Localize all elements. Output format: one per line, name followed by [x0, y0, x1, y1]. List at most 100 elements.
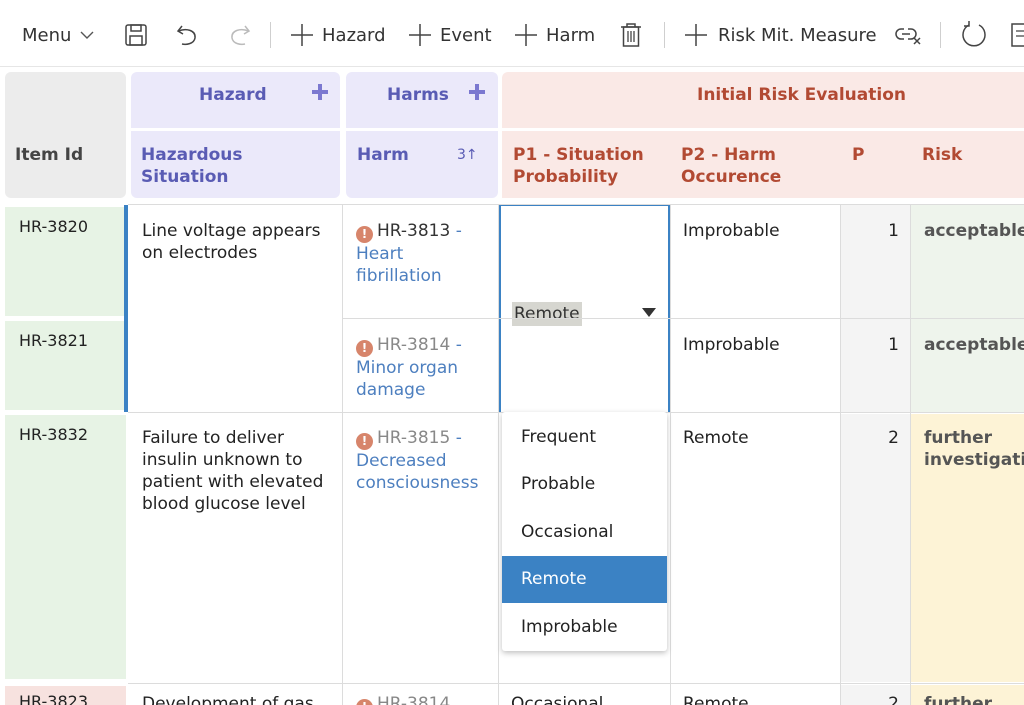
hazardous-situation-cell[interactable]: Failure to deliver insulin unknown to pa… — [142, 427, 332, 515]
save-icon — [125, 24, 147, 46]
harm-name-link[interactable]: Decreased consciousness — [356, 451, 478, 493]
toolbar-divider — [940, 22, 941, 48]
item-id: HR-3823 — [19, 692, 88, 705]
p-cell[interactable]: 2 — [841, 427, 899, 449]
item-id-cell[interactable]: HR-3832 — [5, 415, 126, 679]
column-title-p2[interactable]: P2 - Harm Occurence — [681, 144, 831, 188]
add-hazard-button[interactable]: Hazard — [290, 18, 386, 52]
undo-button[interactable] — [176, 18, 200, 52]
p-value: 2 — [888, 428, 899, 448]
grid-line — [840, 205, 841, 705]
dropdown-option-remote[interactable]: Remote — [502, 556, 667, 603]
harm-id: HR-3815 — [377, 428, 451, 448]
hazardous-situation-text: Line voltage appears on electrodes — [142, 221, 321, 263]
plus-icon — [685, 24, 707, 46]
warning-icon: ! — [356, 433, 373, 450]
column-title-risk[interactable]: Risk — [922, 144, 962, 166]
harm-cell[interactable]: ! HR-3814 — [356, 693, 491, 705]
p1-selected-value[interactable]: Remote — [512, 302, 582, 326]
refresh-button[interactable] — [960, 18, 988, 52]
p-cell[interactable]: 2 — [841, 693, 899, 705]
p-cell[interactable]: 1 — [841, 334, 899, 356]
p2-cell[interactable]: Improbable — [683, 220, 780, 242]
toolbar: Menu Hazard Event Harm Risk Mit. Measure — [0, 0, 1024, 70]
p2-value: Improbable — [683, 335, 780, 355]
risk-cell[interactable]: further — [924, 693, 992, 705]
toolbar-divider — [270, 22, 271, 48]
hazardous-situation-cell[interactable]: Line voltage appears on electrodes — [142, 220, 332, 264]
delete-button[interactable] — [620, 18, 642, 52]
toolbar-border — [0, 66, 1024, 67]
grid-line — [910, 205, 911, 705]
unlink-icon — [895, 28, 921, 45]
p-cell[interactable]: 1 — [841, 220, 899, 242]
harm-cell[interactable]: ! HR-3814 - Minor organ damage — [356, 334, 491, 401]
column-title-p[interactable]: P — [852, 144, 864, 166]
column-title-p1[interactable]: P1 - Situation Probability — [513, 144, 663, 188]
save-button[interactable] — [124, 18, 148, 52]
dropdown-option-frequent[interactable]: Frequent — [502, 414, 667, 461]
grid-line — [498, 205, 499, 705]
harm-name-link[interactable]: Minor organ damage — [356, 358, 458, 400]
p-value: 1 — [888, 221, 899, 241]
p2-cell[interactable]: Remote — [683, 693, 749, 705]
p-value: 2 — [888, 694, 899, 705]
add-risk-mit-measure-button[interactable]: Risk Mit. Measure — [684, 18, 877, 52]
header-hazardous-situation[interactable]: Hazardous Situation — [131, 131, 340, 198]
p2-value: Remote — [683, 694, 749, 705]
dropdown-option-probable[interactable]: Probable — [502, 461, 667, 508]
grid-line — [342, 205, 343, 705]
harm-cell[interactable]: ! HR-3815 - Decreased consciousness — [356, 427, 491, 494]
add-harm-plus-icon[interactable] — [469, 84, 485, 100]
unlink-button[interactable] — [895, 18, 923, 52]
warning-icon: ! — [356, 699, 373, 705]
menu-button[interactable]: Menu — [22, 18, 95, 52]
chevron-down-icon — [80, 31, 94, 39]
column-title-hazardous-situation: Hazardous Situation — [141, 145, 243, 187]
p2-cell[interactable]: Remote — [683, 427, 749, 449]
add-hazard-plus-icon[interactable] — [312, 84, 328, 100]
row-selection-bar — [124, 205, 128, 412]
document-icon — [1011, 23, 1024, 47]
item-id: HR-3820 — [19, 217, 88, 236]
plus-icon — [515, 24, 537, 46]
dropdown-option-improbable[interactable]: Improbable — [502, 604, 667, 651]
warning-icon: ! — [356, 226, 373, 243]
sort-indicator[interactable]: 3↑ — [457, 147, 478, 163]
dropdown-option-occasional[interactable]: Occasional — [502, 509, 667, 556]
risk-value: further investigation — [924, 428, 1024, 470]
hazardous-situation-cell[interactable]: Development of gas — [142, 693, 332, 705]
column-title-harm: Harm — [357, 145, 409, 165]
risk-cell[interactable]: further investigation — [924, 427, 1024, 471]
item-id-cell[interactable]: HR-3823 — [5, 686, 126, 705]
p1-dropdown-list: Frequent Probable Occasional Remote Impr… — [502, 412, 667, 651]
add-harm-button[interactable]: Harm — [514, 18, 595, 52]
dropdown-arrow-icon[interactable] — [642, 308, 656, 318]
p-column-bg — [841, 414, 910, 682]
p-value: 1 — [888, 335, 899, 355]
p1-cell[interactable]: Occasional — [511, 693, 603, 705]
risk-cell[interactable]: acceptable — [924, 220, 1024, 242]
column-title-item-id: Item Id — [15, 145, 84, 165]
item-id-cell[interactable]: HR-3821 — [5, 321, 124, 410]
p1-cell-editor[interactable]: Remote — [499, 204, 670, 413]
risk-value: acceptable — [924, 335, 1024, 355]
export-button[interactable] — [1010, 18, 1024, 52]
harm-id: HR-3814 — [377, 335, 451, 355]
grid-line — [128, 683, 1024, 684]
add-event-button[interactable]: Event — [408, 18, 492, 52]
header-item-id[interactable]: Item Id — [5, 72, 126, 198]
undo-icon — [176, 25, 196, 46]
harm-id: HR-3813 — [377, 221, 451, 241]
item-id-cell[interactable]: HR-3820 — [5, 207, 124, 316]
risk-cell[interactable]: acceptable — [924, 334, 1024, 356]
p2-cell[interactable]: Improbable — [683, 334, 780, 356]
harm-name-link[interactable]: Heart fibrillation — [356, 244, 442, 286]
header-harm[interactable]: Harm 3↑ — [346, 131, 498, 198]
harm-cell[interactable]: ! HR-3813 - Heart fibrillation — [356, 220, 491, 287]
plus-icon — [409, 24, 431, 46]
add-harm-label: Harm — [546, 24, 596, 46]
redo-button[interactable] — [227, 18, 251, 52]
group-header-harms: Harms — [346, 72, 498, 128]
trash-icon — [621, 23, 641, 47]
